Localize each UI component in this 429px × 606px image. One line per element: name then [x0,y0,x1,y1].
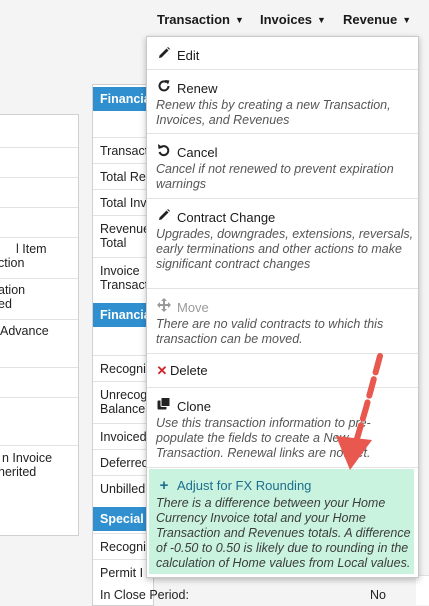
menu-item-delete[interactable]: ✕ Delete [147,354,418,388]
left-row: Advance [0,319,78,354]
transaction-menu-label: Transaction [157,12,230,27]
left-row-text: Advance [0,324,49,338]
menu-item-description: Renew this by creating a new Transaction… [156,98,391,127]
pencil-icon [156,208,172,225]
invoices-menu-label: Invoices [260,12,313,27]
menu-item-label: Cancel [177,145,218,160]
top-nav: Transaction ▼ Invoices ▼ Revenue ▼ [0,0,429,40]
revenue-menu-button[interactable]: Revenue ▼ [343,12,411,27]
caret-down-icon: ▼ [317,15,326,25]
menu-item-label: Delete [170,363,208,378]
left-row [0,147,78,176]
caret-down-icon: ▼ [234,15,244,25]
in-close-period-value: No [370,588,386,602]
clone-icon [156,397,172,414]
left-row: n Invoice herited [0,445,78,495]
left-row-text: herited [0,465,37,479]
menu-item-description: There are no valid contracts to which th… [156,317,384,346]
menu-item-clone[interactable]: Clone Use this transaction information t… [147,388,418,468]
menu-item-label: Adjust for FX Rounding [177,478,312,493]
move-arrows-icon [156,298,172,315]
pencil-icon [156,46,172,63]
left-row: l Item ction [0,237,78,282]
menu-item-label: Move [177,300,209,315]
menu-item-description: Upgrades, downgrades, extensions, revers… [156,227,414,271]
left-row-text: n Invoice [2,451,53,465]
left-row-text: ed [0,297,12,311]
left-row-text: ction [0,256,25,270]
invoices-menu-button[interactable]: Invoices ▼ [260,12,326,27]
transaction-dropdown-menu: Edit Renew Renew this by creating a new … [146,36,419,578]
x-icon: ✕ [156,363,168,378]
renew-icon [156,79,172,96]
left-row [0,397,78,426]
left-row [0,367,78,396]
menu-item-description: Cancel if not renewed to prevent expirat… [156,162,394,191]
menu-item-label: Contract Change [177,210,276,225]
menu-item-adjust-fx-rounding[interactable]: + Adjust for FX Rounding There is a diffe… [149,469,414,574]
panel-edge [416,575,429,605]
undo-icon [156,143,172,160]
revenue-menu-label: Revenue [343,12,398,27]
menu-item-renew[interactable]: Renew Renew this by creating a new Trans… [147,70,418,134]
caret-down-icon: ▼ [402,15,412,25]
financial-summary-panel: Financia Transact Total Re Total Inv Rev… [92,84,160,606]
menu-item-label: Edit [177,48,200,63]
left-row: ation ed [0,278,78,323]
menu-item-label: Clone [177,399,211,414]
menu-item-contract-change[interactable]: Contract Change Upgrades, downgrades, ex… [147,199,418,289]
left-row [0,177,78,206]
menu-item-edit[interactable]: Edit [147,37,418,70]
menu-item-move: Move There are no valid contracts to whi… [147,289,418,354]
plus-icon: + [159,477,169,494]
transaction-menu-button[interactable]: Transaction ▼ [157,12,244,27]
menu-item-description: There is a difference between your Home … [156,496,411,570]
left-detail-panel: l Item ction ation ed Advance n Invoice … [0,114,79,536]
left-row-text: ation [0,283,26,297]
menu-item-description: Use this transaction information to pre-… [156,416,371,460]
menu-item-cancel[interactable]: Cancel Cancel if not renewed to prevent … [147,134,418,199]
left-row [0,207,78,236]
left-row-text: l Item [16,242,47,256]
menu-item-label: Renew [177,81,218,96]
in-close-period-label: In Close Period: [100,588,189,602]
